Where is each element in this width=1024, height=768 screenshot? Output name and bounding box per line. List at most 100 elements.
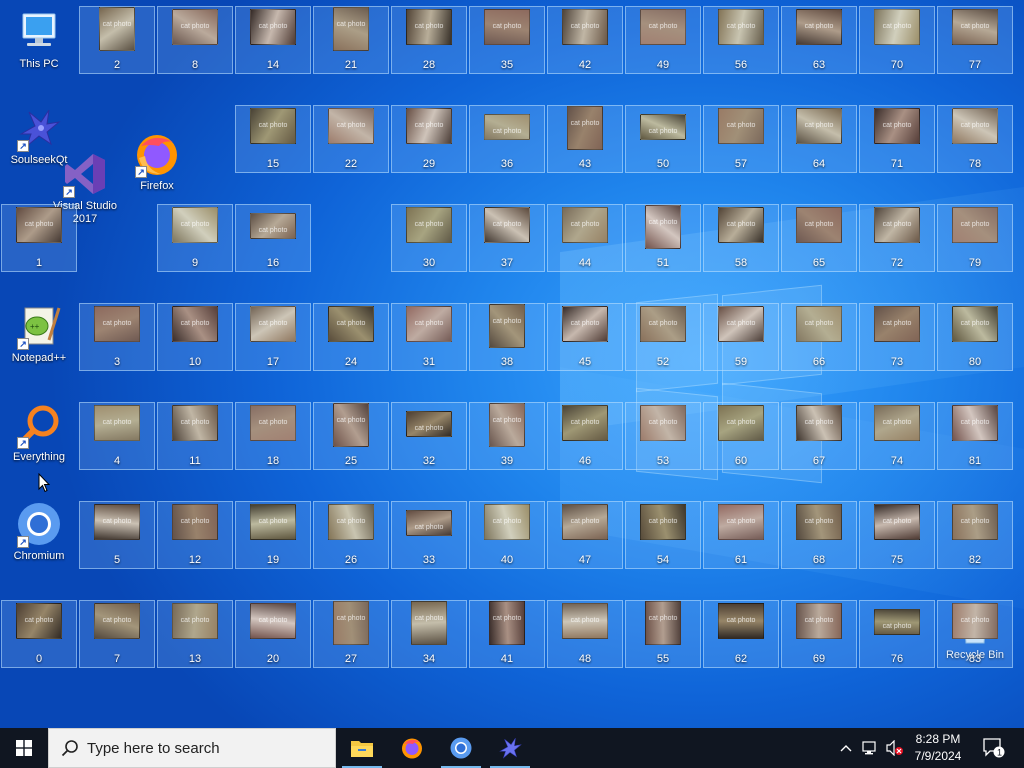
file-77[interactable]: cat photo 77 <box>937 6 1013 74</box>
file-82[interactable]: cat photo 82 <box>937 501 1013 569</box>
file-42[interactable]: cat photo 42 <box>547 6 623 74</box>
taskbar-file-explorer[interactable] <box>338 728 386 768</box>
file-16[interactable]: cat photo 16 <box>235 204 311 272</box>
file-15[interactable]: cat photo 15 <box>235 105 311 173</box>
show-hidden-icons-button[interactable] <box>836 728 856 768</box>
file-67[interactable]: cat photo 67 <box>781 402 857 470</box>
chromium-shortcut[interactable]: ↗ Chromium <box>1 500 77 563</box>
file-3[interactable]: cat photo 3 <box>79 303 155 371</box>
file-27[interactable]: cat photo 27 <box>313 600 389 668</box>
file-11[interactable]: cat photo 11 <box>157 402 233 470</box>
file-69[interactable]: cat photo 69 <box>781 600 857 668</box>
file-68[interactable]: cat photo 68 <box>781 501 857 569</box>
taskbar-soulseek[interactable] <box>486 728 534 768</box>
file-25[interactable]: cat photo 25 <box>313 402 389 470</box>
start-button[interactable] <box>0 728 48 768</box>
file-64[interactable]: cat photo 64 <box>781 105 857 173</box>
volume-tray-button[interactable] <box>884 728 906 768</box>
file-4[interactable]: cat photo 4 <box>79 402 155 470</box>
file-34[interactable]: cat photo 34 <box>391 600 467 668</box>
file-30[interactable]: cat photo 30 <box>391 204 467 272</box>
file-9[interactable]: cat photo 9 <box>157 204 233 272</box>
file-39[interactable]: cat photo 39 <box>469 402 545 470</box>
file-58[interactable]: cat photo 58 <box>703 204 779 272</box>
file-46[interactable]: cat photo 46 <box>547 402 623 470</box>
notepadpp-shortcut[interactable]: ++ ↗ Notepad++ <box>1 302 77 365</box>
file-65[interactable]: cat photo 65 <box>781 204 857 272</box>
file-49[interactable]: cat photo 49 <box>625 6 701 74</box>
file-5[interactable]: cat photo 5 <box>79 501 155 569</box>
file-61[interactable]: cat photo 61 <box>703 501 779 569</box>
taskbar-clock[interactable]: 8:28 PM 7/9/2024 <box>906 731 970 765</box>
file-75[interactable]: cat photo 75 <box>859 501 935 569</box>
file-22[interactable]: cat photo 22 <box>313 105 389 173</box>
file-14[interactable]: cat photo 14 <box>235 6 311 74</box>
file-74[interactable]: cat photo 74 <box>859 402 935 470</box>
file-label: 20 <box>266 653 280 665</box>
file-44[interactable]: cat photo 44 <box>547 204 623 272</box>
file-51[interactable]: cat photo 51 <box>625 204 701 272</box>
file-18[interactable]: cat photo 18 <box>235 402 311 470</box>
action-center-button[interactable]: 1 <box>980 728 1008 768</box>
file-12[interactable]: cat photo 12 <box>157 501 233 569</box>
file-24[interactable]: cat photo 24 <box>313 303 389 371</box>
file-45[interactable]: cat photo 45 <box>547 303 623 371</box>
network-tray-button[interactable] <box>860 728 882 768</box>
file-29[interactable]: cat photo 29 <box>391 105 467 173</box>
file-37[interactable]: cat photo 37 <box>469 204 545 272</box>
file-2[interactable]: cat photo 2 <box>79 6 155 74</box>
file-72[interactable]: cat photo 72 <box>859 204 935 272</box>
file-28[interactable]: cat photo 28 <box>391 6 467 74</box>
file-76[interactable]: cat photo 76 <box>859 600 935 668</box>
file-17[interactable]: cat photo 17 <box>235 303 311 371</box>
file-62[interactable]: cat photo 62 <box>703 600 779 668</box>
file-21[interactable]: cat photo 21 <box>313 6 389 74</box>
file-33[interactable]: cat photo 33 <box>391 501 467 569</box>
file-60[interactable]: cat photo 60 <box>703 402 779 470</box>
file-80[interactable]: cat photo 80 <box>937 303 1013 371</box>
file-32[interactable]: cat photo 32 <box>391 402 467 470</box>
file-57[interactable]: cat photo 57 <box>703 105 779 173</box>
file-38[interactable]: cat photo 38 <box>469 303 545 371</box>
file-71[interactable]: cat photo 71 <box>859 105 935 173</box>
file-41[interactable]: cat photo 41 <box>469 600 545 668</box>
file-40[interactable]: cat photo 40 <box>469 501 545 569</box>
file-20[interactable]: cat photo 20 <box>235 600 311 668</box>
file-1[interactable]: cat photo 1 <box>1 204 77 272</box>
file-47[interactable]: cat photo 47 <box>547 501 623 569</box>
file-81[interactable]: cat photo 81 <box>937 402 1013 470</box>
file-53[interactable]: cat photo 53 <box>625 402 701 470</box>
file-55[interactable]: cat photo 55 <box>625 600 701 668</box>
file-70[interactable]: cat photo 70 <box>859 6 935 74</box>
taskbar-chromium[interactable] <box>437 728 485 768</box>
taskbar-search-box[interactable]: Type here to search <box>48 728 336 768</box>
file-13[interactable]: cat photo 13 <box>157 600 233 668</box>
file-63[interactable]: cat photo 63 <box>781 6 857 74</box>
file-50[interactable]: cat photo 50 <box>625 105 701 173</box>
file-73[interactable]: cat photo 73 <box>859 303 935 371</box>
file-52[interactable]: cat photo 52 <box>625 303 701 371</box>
file-79[interactable]: cat photo 79 <box>937 204 1013 272</box>
file-19[interactable]: cat photo 19 <box>235 501 311 569</box>
this-pc-shortcut[interactable]: This PC <box>1 8 77 71</box>
file-56[interactable]: cat photo 56 <box>703 6 779 74</box>
file-83[interactable]: cat photo 83 <box>937 600 1013 668</box>
file-36[interactable]: cat photo 36 <box>469 105 545 173</box>
file-35[interactable]: cat photo 35 <box>469 6 545 74</box>
file-66[interactable]: cat photo 66 <box>781 303 857 371</box>
file-0[interactable]: cat photo 0 <box>1 600 77 668</box>
file-54[interactable]: cat photo 54 <box>625 501 701 569</box>
file-8[interactable]: cat photo 8 <box>157 6 233 74</box>
file-78[interactable]: cat photo 78 <box>937 105 1013 173</box>
desktop[interactable]: This PC ↗ SoulseekQt ↗ Visual Studio 201… <box>0 0 1024 728</box>
file-7[interactable]: cat photo 7 <box>79 600 155 668</box>
firefox-shortcut[interactable]: ↗ Firefox <box>119 130 195 193</box>
file-10[interactable]: cat photo 10 <box>157 303 233 371</box>
everything-shortcut[interactable]: ↗ Everything <box>1 401 77 464</box>
file-59[interactable]: cat photo 59 <box>703 303 779 371</box>
file-26[interactable]: cat photo 26 <box>313 501 389 569</box>
file-31[interactable]: cat photo 31 <box>391 303 467 371</box>
file-48[interactable]: cat photo 48 <box>547 600 623 668</box>
taskbar-firefox[interactable] <box>388 728 436 768</box>
file-43[interactable]: cat photo 43 <box>547 105 623 173</box>
